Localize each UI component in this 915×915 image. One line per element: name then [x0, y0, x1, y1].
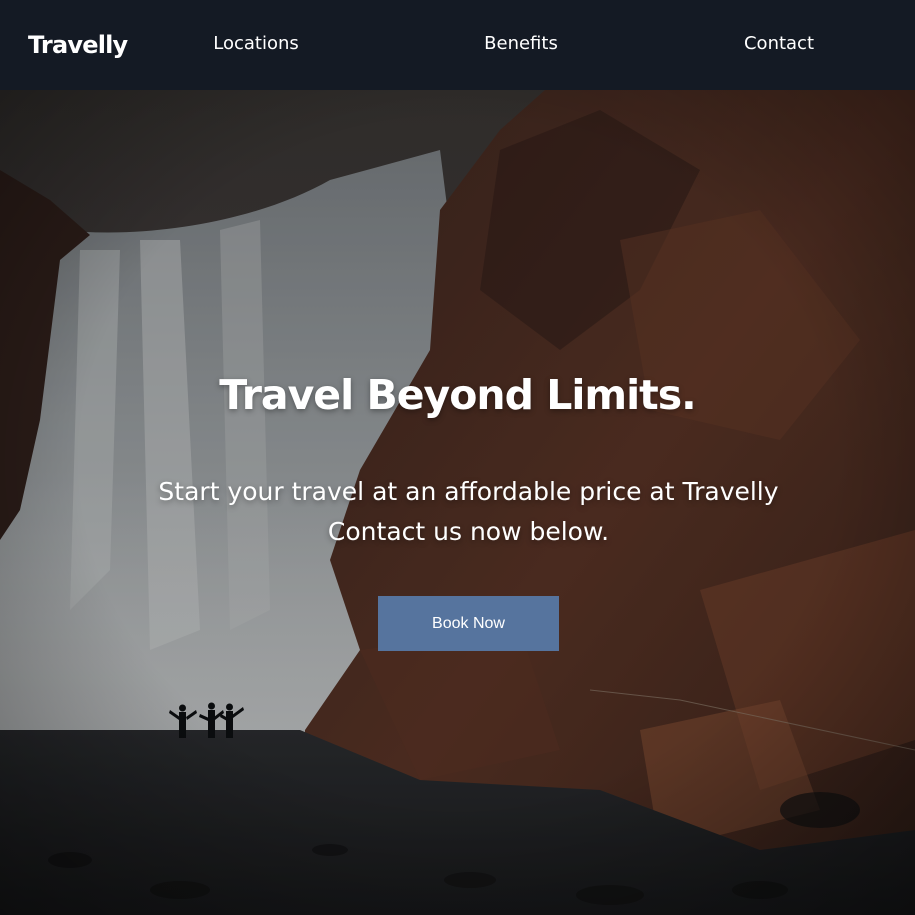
- nav-link-locations[interactable]: Locations: [213, 32, 299, 56]
- nav-link-contact[interactable]: Contact: [744, 32, 814, 56]
- book-now-button[interactable]: Book Now: [378, 596, 559, 651]
- site-logo[interactable]: Travelly: [28, 30, 128, 60]
- nav-link-benefits[interactable]: Benefits: [484, 32, 558, 56]
- hero-subtitle-line-1: Start your travel at an affordable price…: [158, 477, 779, 506]
- hero-subtitle: Start your travel at an affordable price…: [100, 472, 837, 552]
- hero-title: Travel Beyond Limits.: [219, 371, 697, 419]
- top-navbar: Travelly Locations Benefits Contact: [0, 0, 915, 90]
- hero-section: Travel Beyond Limits. Start your travel …: [0, 90, 915, 915]
- hero-subtitle-line-2: Contact us now below.: [327, 517, 610, 546]
